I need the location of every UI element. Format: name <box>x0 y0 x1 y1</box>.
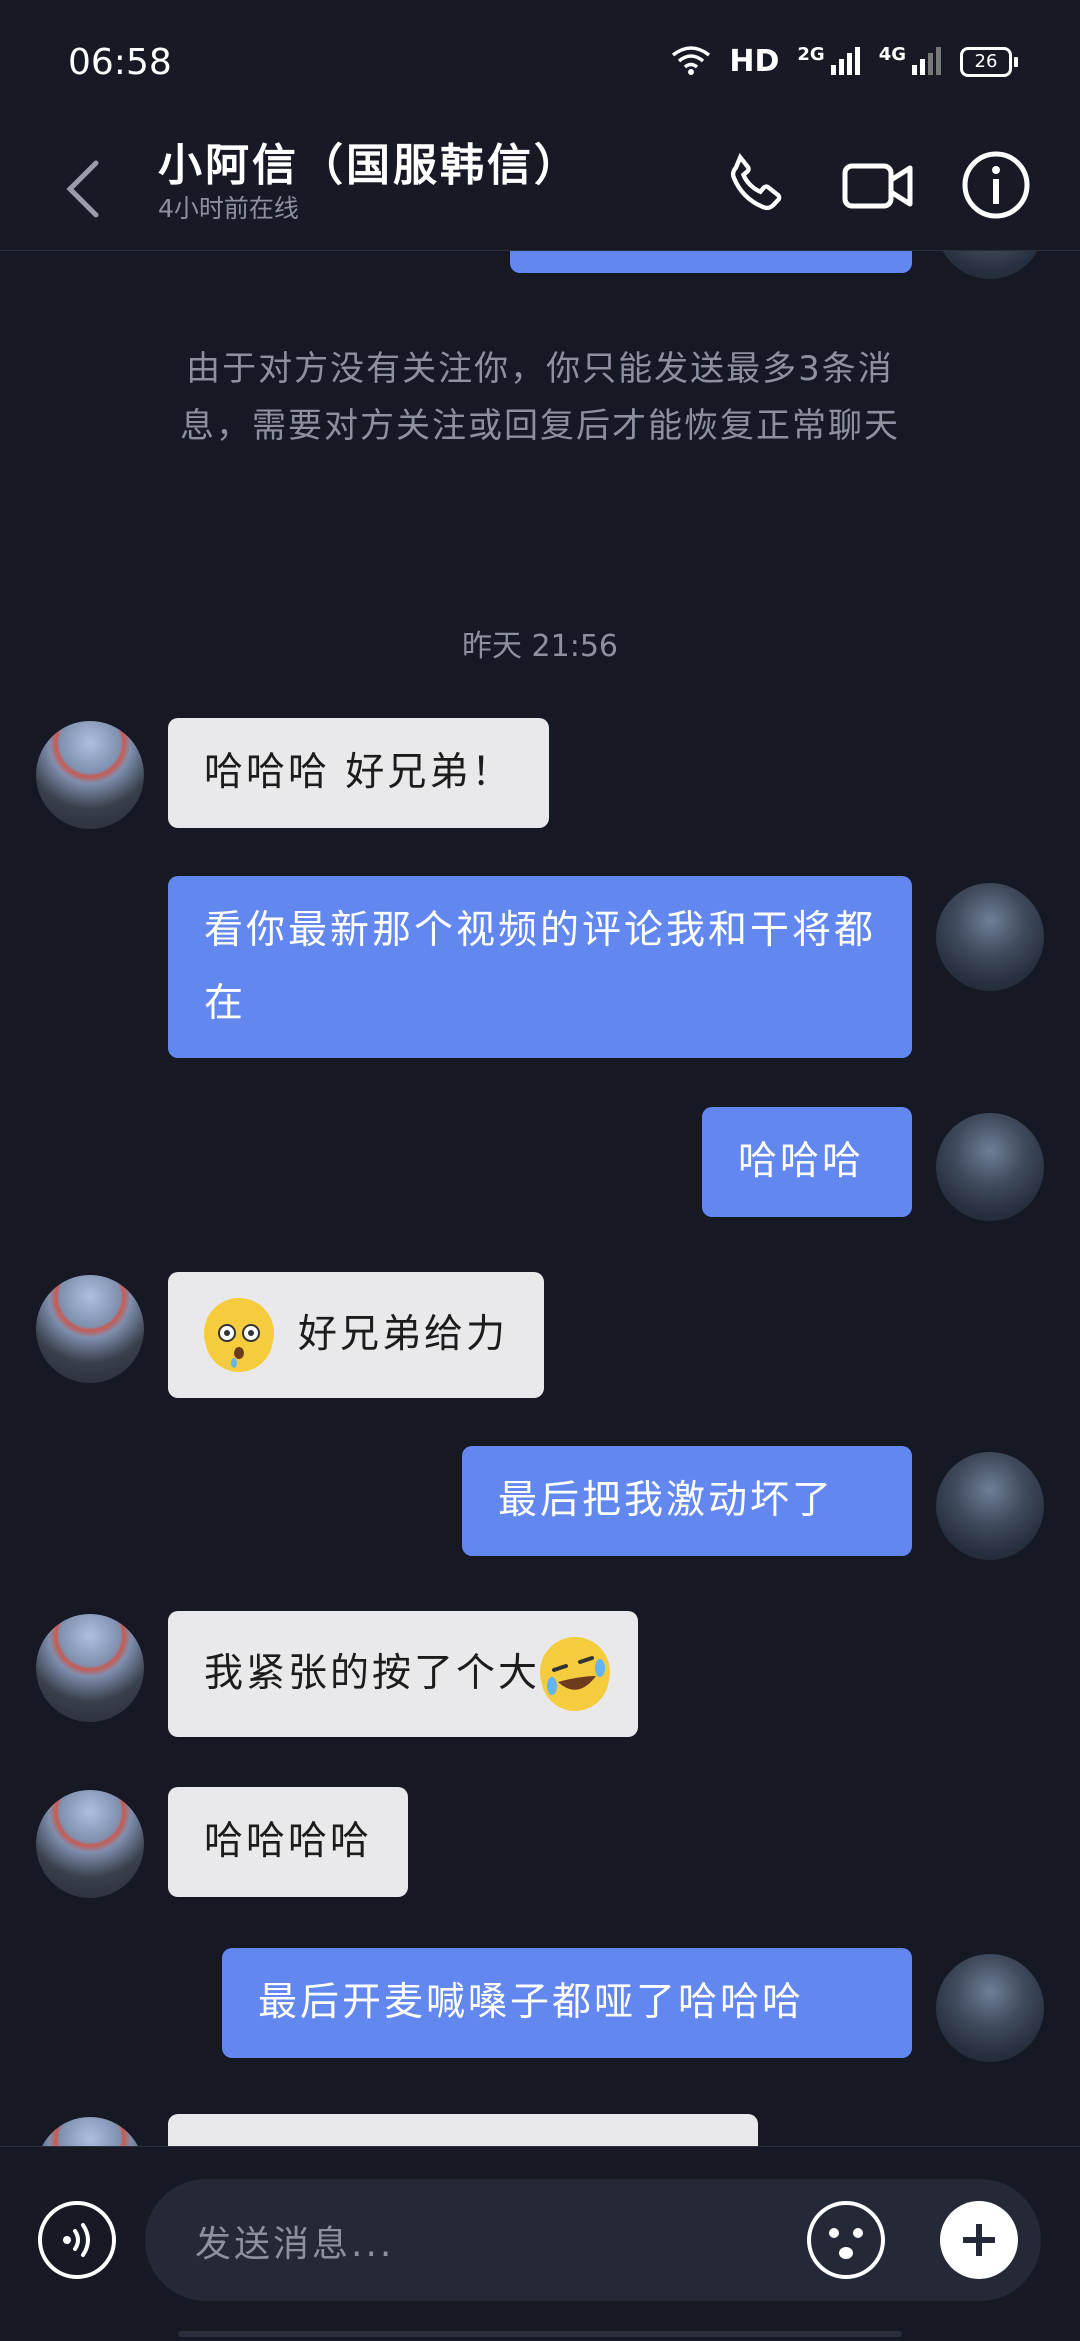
message-text: 我紧张的按了个大 <box>204 1651 541 1696</box>
message-incoming[interactable]: 好兄弟给力 <box>168 1272 545 1398</box>
message-text: 看你最新那个视频的评论我和干将都在 <box>204 908 877 1026</box>
chat-info-button[interactable] <box>946 135 1046 235</box>
rolling-laughing-emoji-icon <box>540 1636 611 1711</box>
message-outgoing[interactable]: 最后开麦喊嗓子都哑了哈哈哈 <box>222 1948 912 2058</box>
status-bar: 06:58 HD 2G 4G 26 <box>0 0 1080 125</box>
my-avatar[interactable] <box>936 1954 1044 2062</box>
wifi-icon <box>671 45 711 79</box>
phone-icon <box>730 153 782 211</box>
gesture-nav-bar <box>178 2331 902 2337</box>
friend-avatar[interactable] <box>36 2117 144 2146</box>
my-avatar[interactable] <box>936 1113 1044 1221</box>
sim2-type: 4G <box>878 44 906 65</box>
friend-avatar[interactable] <box>36 1790 144 1898</box>
chat-title: 小阿信（国服韩信） <box>158 140 581 191</box>
message-incoming[interactable]: 哈哈哈哈 <box>168 1787 409 1897</box>
sim1-type: 2G <box>797 44 825 65</box>
message-incoming[interactable]: 我紧张的按了个大 <box>168 1611 639 1737</box>
info-icon <box>962 151 1030 219</box>
message-text: 哈哈哈 <box>738 1139 865 1184</box>
message-text: 最后把我激动坏了 <box>498 1478 835 1523</box>
message-outgoing[interactable]: 最后把我激动坏了 <box>462 1446 912 1556</box>
signal-icon <box>830 45 861 79</box>
my-avatar[interactable] <box>936 883 1044 991</box>
my-avatar[interactable] <box>936 251 1044 279</box>
signal-icon <box>912 45 942 79</box>
message-text: 哈哈哈哈 <box>204 1819 373 1864</box>
message-outgoing[interactable]: 哈哈哈 <box>702 1107 912 1217</box>
message-list[interactable]: 由于对方没有关注你，你只能发送最多3条消息，需要对方关注或回复后才能恢复正常聊天… <box>0 251 1080 2146</box>
message-input-bar: 发送消息... <box>0 2146 1080 2341</box>
battery-icon: 26 <box>960 46 1018 77</box>
status-time: 06:58 <box>68 42 172 83</box>
online-status: 4小时前在线 <box>158 194 299 223</box>
message-incoming-partial[interactable] <box>168 2114 758 2146</box>
friend-avatar[interactable] <box>36 1275 144 1383</box>
plus-icon <box>963 2224 995 2256</box>
friend-avatar[interactable] <box>36 1614 144 1722</box>
message-text: 哈哈哈 好兄弟！ <box>204 750 514 795</box>
back-button[interactable] <box>52 141 112 236</box>
voice-message-button[interactable] <box>38 2201 116 2279</box>
input-placeholder: 发送消息... <box>195 2224 395 2265</box>
message-text: 最后开麦喊嗓子都哑了哈哈哈 <box>258 1980 805 2025</box>
smiley-icon <box>829 2228 863 2259</box>
my-avatar[interactable] <box>936 1452 1044 1560</box>
more-options-button[interactable] <box>940 2201 1018 2279</box>
chat-header: 小阿信（国服韩信） 4小时前在线 <box>0 125 1080 251</box>
status-icons: HD 2G 4G 26 <box>671 44 1018 79</box>
voice-call-button[interactable] <box>706 135 806 235</box>
friend-avatar[interactable] <box>36 721 144 829</box>
message-text: 好兄弟给力 <box>298 1312 509 1357</box>
message-outgoing[interactable]: 看你最新那个视频的评论我和干将都在 <box>168 876 912 1058</box>
message-bubble-partial[interactable] <box>510 251 912 273</box>
follow-restriction-notice: 由于对方没有关注你，你只能发送最多3条消息，需要对方关注或回复后才能恢复正常聊天 <box>180 349 900 446</box>
video-camera-icon <box>842 163 913 209</box>
message-timestamp: 昨天 21:56 <box>462 629 618 664</box>
dazed-face-emoji-icon <box>204 1297 274 1372</box>
emoji-button[interactable] <box>807 2201 885 2279</box>
battery-level: 26 <box>960 46 1012 77</box>
network-hd-label: HD <box>729 44 780 79</box>
message-incoming[interactable]: 哈哈哈 好兄弟！ <box>168 718 550 828</box>
chevron-left-icon <box>66 160 99 217</box>
voice-wave-icon <box>63 2223 90 2257</box>
video-call-button[interactable] <box>828 135 928 235</box>
message-input[interactable]: 发送消息... <box>145 2179 1041 2301</box>
